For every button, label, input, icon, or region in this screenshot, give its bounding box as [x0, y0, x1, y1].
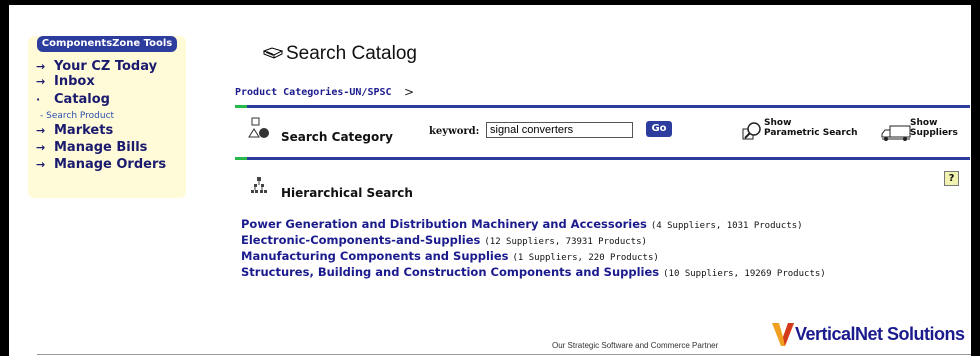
sidebar-item-label: Manage Bills: [54, 140, 148, 155]
bullet-icon: ·: [36, 93, 41, 106]
sidebar-item-your-cz-today[interactable]: → Your CZ Today: [28, 59, 157, 74]
sidebar: ComponentsZone Tools → Your CZ Today → Inb…: [28, 36, 186, 198]
page-frame: ComponentsZone Tools → Your CZ Today → Inb…: [9, 5, 971, 356]
sidebar-item-label: Inbox: [54, 74, 95, 89]
show-parametric-search-button[interactable]: Show Parametric Search: [742, 118, 867, 144]
category-meta: (10 Suppliers, 19269 Products): [663, 269, 826, 279]
sidebar-item-label: Catalog: [54, 92, 110, 107]
divider-accent: [235, 105, 247, 108]
suppliers-label: Suppliers: [910, 128, 958, 138]
truck-icon: [881, 125, 911, 141]
divider: [235, 105, 970, 108]
arrow-right-icon: →: [36, 60, 46, 73]
arrow-right-icon: →: [36, 75, 46, 88]
go-button[interactable]: Go: [646, 121, 672, 137]
hierarchical-search-label: Hierarchical Search: [281, 186, 413, 200]
sidebar-header: ComponentsZone Tools: [37, 36, 177, 52]
sidebar-item-manage-bills[interactable]: → Manage Bills: [28, 140, 147, 155]
keyword-label: keyword:: [429, 126, 480, 137]
help-button[interactable]: ?: [944, 171, 959, 186]
verticalnet-logo-text: VerticalNet Solutions: [795, 324, 965, 344]
arrow-right-icon: →: [36, 124, 46, 137]
partner-text: Our Strategic Software and Commerce Part…: [552, 341, 719, 350]
page-title: Search Catalog: [286, 43, 417, 64]
sidebar-item-label: Markets: [54, 123, 114, 138]
list-item: Structures, Building and Construction Co…: [241, 261, 826, 280]
hierarchy-icon: [251, 177, 267, 193]
book-icon: [263, 47, 283, 59]
sidebar-item-catalog[interactable]: · Catalog: [28, 92, 110, 107]
category-link[interactable]: Structures, Building and Construction Co…: [241, 265, 659, 279]
arrow-right-icon: →: [36, 141, 46, 154]
search-category-label: Search Category: [281, 130, 393, 144]
magnifier-icon: [742, 122, 761, 140]
footer-divider: [37, 354, 971, 355]
divider: [235, 157, 970, 160]
show-suppliers-button[interactable]: Show Suppliers: [881, 118, 961, 144]
divider-accent: [235, 157, 247, 160]
verticalnet-v-logo: [772, 323, 794, 346]
show-label: Show: [764, 118, 792, 128]
category-meta: (4 Suppliers, 1031 Products): [650, 221, 803, 231]
show-label: Show: [910, 118, 938, 128]
sidebar-item-markets[interactable]: → Markets: [28, 123, 113, 138]
sidebar-item-label: Your CZ Today: [54, 59, 158, 74]
sidebar-item-label: Manage Orders: [54, 157, 167, 172]
parametric-search-label: Parametric Search: [764, 128, 858, 138]
keyword-input[interactable]: [486, 122, 633, 138]
sidebar-subitem-search-product[interactable]: - Search Product: [40, 111, 114, 121]
breadcrumb-product-categories[interactable]: Product Categories-UN/SPSC: [235, 87, 392, 98]
sidebar-item-manage-orders[interactable]: → Manage Orders: [28, 157, 166, 172]
sidebar-item-inbox[interactable]: → Inbox: [28, 74, 95, 89]
arrow-right-icon: →: [36, 158, 46, 171]
shapes-icon: [248, 117, 269, 138]
breadcrumb-separator: >: [404, 85, 415, 99]
